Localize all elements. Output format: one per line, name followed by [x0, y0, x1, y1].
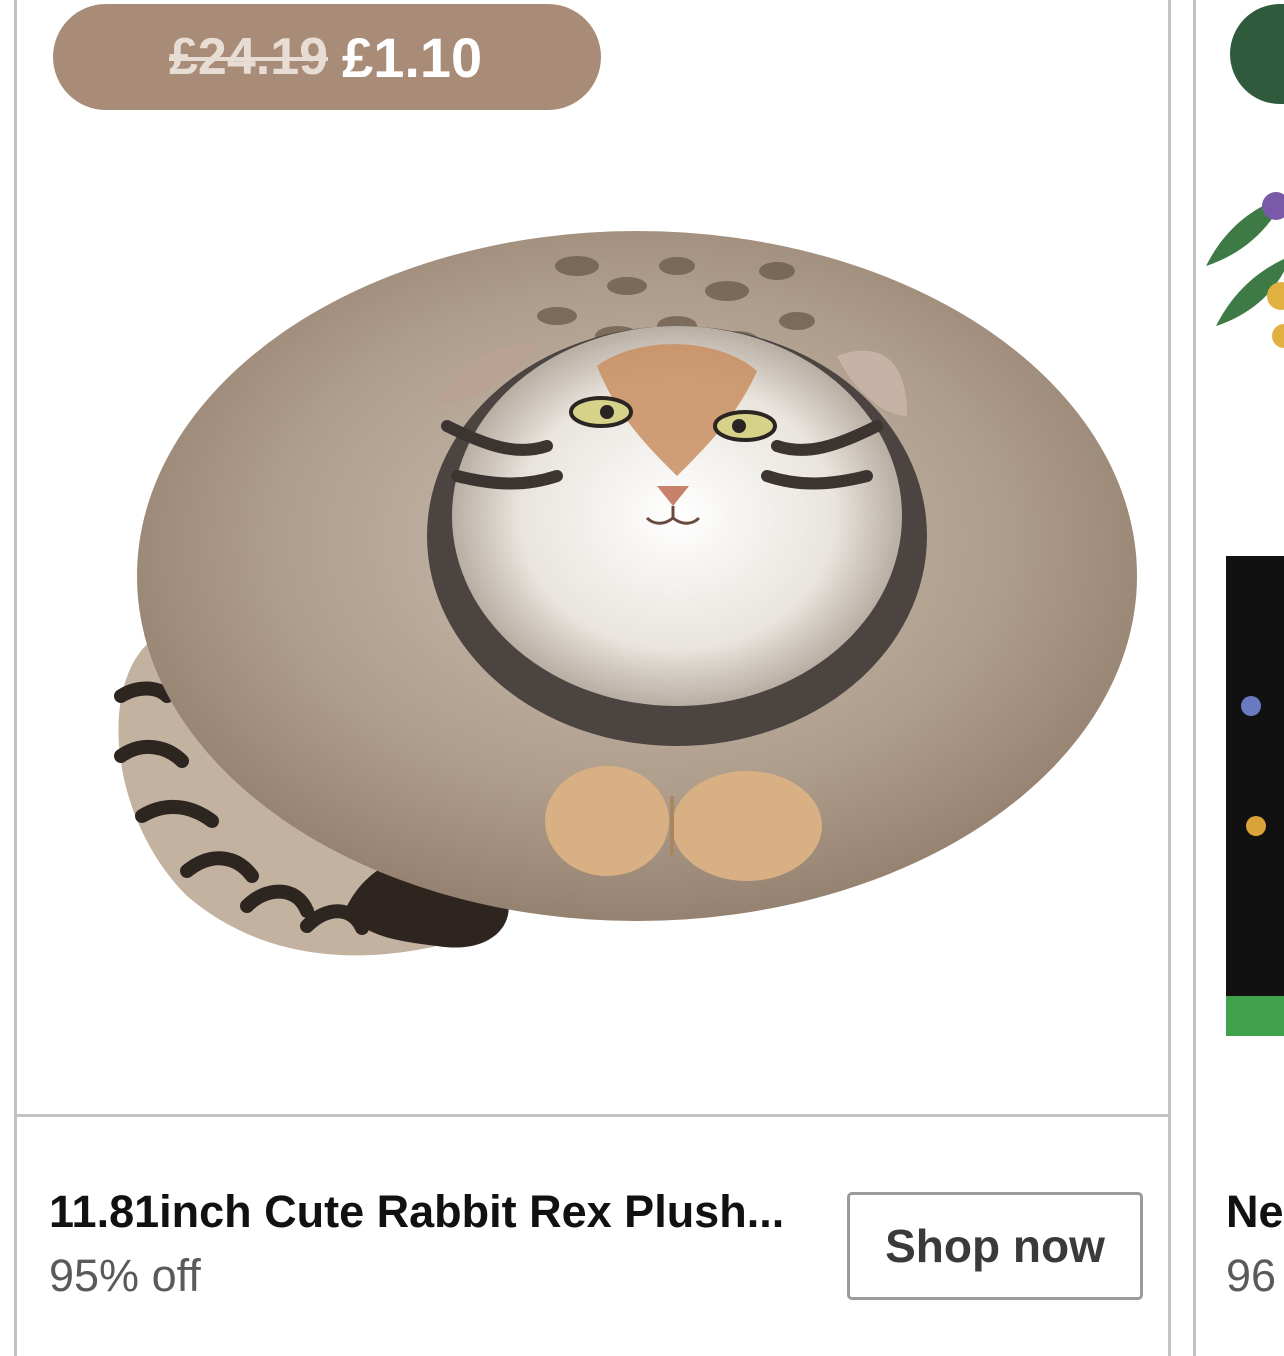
sale-price: £1.10 — [342, 25, 483, 89]
next-product-image[interactable] — [1196, 146, 1284, 1046]
product-card[interactable]: £24.19 £1.10 11.81inch Cute Rabbit Rex P… — [14, 0, 1171, 1356]
original-price: £24.19 — [169, 28, 329, 86]
card-divider — [17, 1114, 1168, 1117]
shop-now-button[interactable]: Shop now — [847, 1192, 1143, 1300]
price-badge: £24.19 £1.10 — [53, 4, 601, 110]
product-image[interactable] — [17, 116, 1168, 1116]
next-product-card[interactable]: Ne 96 — [1193, 0, 1284, 1356]
next-price-badge — [1230, 4, 1284, 104]
next-product-title[interactable]: Ne — [1226, 1186, 1284, 1238]
next-discount-text: 96 — [1226, 1250, 1277, 1301]
discount-text: 95% off — [49, 1250, 201, 1301]
product-title[interactable]: 11.81inch Cute Rabbit Rex Plush... — [49, 1186, 809, 1238]
